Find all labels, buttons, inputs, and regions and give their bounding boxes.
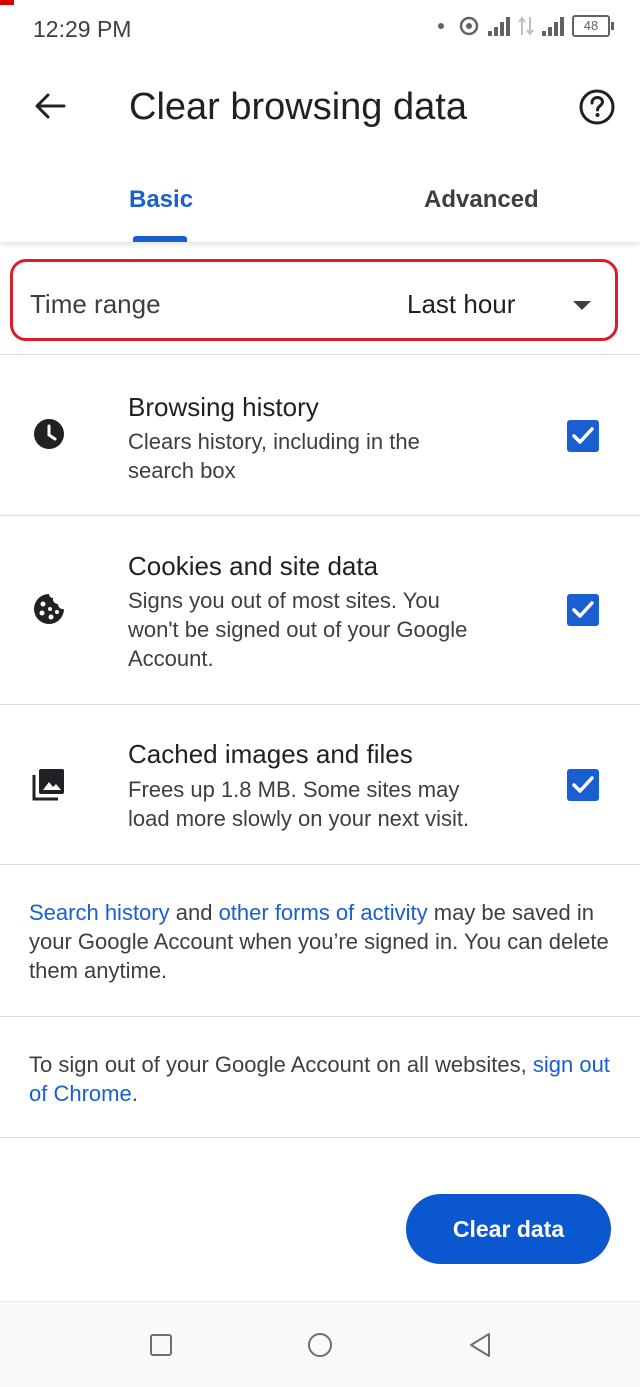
back-triangle-icon[interactable] xyxy=(467,1332,493,1358)
check-icon xyxy=(572,601,594,618)
check-icon xyxy=(572,427,594,444)
status-time: 12:29 PM xyxy=(33,16,132,42)
option-cookies[interactable]: Cookies and site data Signs you out of m… xyxy=(0,516,640,705)
clear-data-button[interactable]: Clear data xyxy=(406,1194,611,1264)
option-title: Browsing history xyxy=(128,392,319,422)
images-icon xyxy=(32,769,64,801)
info-sign-out: To sign out of your Google Account on al… xyxy=(0,1017,640,1138)
arrow-back-icon[interactable] xyxy=(30,86,70,126)
search-history-link[interactable]: Search history xyxy=(29,900,170,925)
check-icon xyxy=(572,776,594,793)
tab-indicator xyxy=(133,236,187,242)
tab-bar: Basic Advanced xyxy=(0,156,640,243)
system-nav-bar xyxy=(0,1301,640,1387)
time-range-label: Time range xyxy=(30,289,161,319)
clock-icon xyxy=(34,419,64,449)
option-description: Signs you out of most sites. You won't b… xyxy=(128,588,468,671)
cookie-icon xyxy=(34,594,64,624)
notification-dot-icon xyxy=(438,23,444,29)
tab-advanced[interactable]: Advanced xyxy=(424,186,539,214)
option-title: Cookies and site data xyxy=(128,551,379,581)
status-icons: 48 xyxy=(438,15,614,37)
option-cached-images[interactable]: Cached images and files Frees up 1.8 MB.… xyxy=(0,705,640,865)
home-circle-icon[interactable] xyxy=(307,1332,333,1358)
time-range-select[interactable]: Last hour xyxy=(407,289,515,320)
page-title: Clear browsing data xyxy=(129,86,467,128)
red-marker xyxy=(0,0,14,5)
hotspot-icon xyxy=(459,16,479,36)
data-transfer-icon xyxy=(518,16,534,36)
checkbox-cookies[interactable] xyxy=(567,594,599,626)
battery-icon: 48 xyxy=(572,15,614,37)
status-bar: 12:29 PM 48 xyxy=(0,0,640,56)
toolbar: Clear browsing data xyxy=(0,56,640,156)
option-browsing-history[interactable]: Browsing history Clears history, includi… xyxy=(0,355,640,516)
other-activity-link[interactable]: other forms of activity xyxy=(219,900,428,925)
signal-hplus-icon xyxy=(542,16,564,36)
checkbox-browsing-history[interactable] xyxy=(567,420,599,452)
option-description: Frees up 1.8 MB. Some sites may load mor… xyxy=(128,777,470,831)
dropdown-arrow-icon[interactable] xyxy=(573,301,591,310)
checkbox-cached-images[interactable] xyxy=(567,769,599,801)
info-search-history: Search history and other forms of activi… xyxy=(0,865,640,1017)
tab-basic[interactable]: Basic xyxy=(129,186,193,214)
info-text: Search history and other forms of activi… xyxy=(29,900,609,983)
option-description: Clears history, including in the search … xyxy=(128,429,420,483)
time-range-row[interactable]: Time range Last hour xyxy=(0,243,640,355)
recents-square-icon[interactable] xyxy=(148,1332,174,1358)
option-title: Cached images and files xyxy=(128,739,413,769)
help-circle-icon[interactable] xyxy=(578,88,616,126)
signout-text: To sign out of your Google Account on al… xyxy=(29,1052,610,1106)
signal-icon xyxy=(488,16,510,36)
